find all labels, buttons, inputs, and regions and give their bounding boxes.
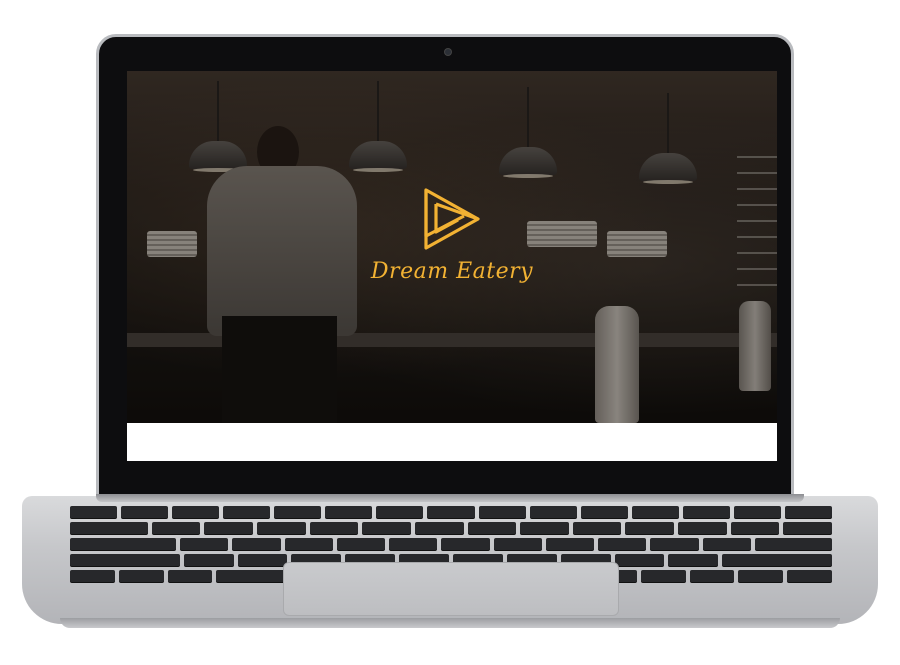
page-white-bar (127, 423, 777, 461)
laptop-hinge (96, 494, 804, 502)
pendant-lamp (499, 87, 557, 178)
plate-stack (147, 231, 197, 257)
pendant-lamp (189, 81, 247, 172)
trackpad (283, 562, 619, 616)
laptop-screen: Dream Eatery (127, 71, 777, 461)
laptop-lid: Dream Eatery (96, 34, 794, 502)
kitchen-rack (737, 156, 777, 296)
triangle-play-logo-icon[interactable] (412, 186, 492, 252)
pendant-lamp (349, 81, 407, 172)
squeeze-bottle (595, 306, 639, 423)
brand-name[interactable]: Dream Eatery (352, 259, 552, 284)
plate-stack (527, 221, 597, 247)
squeeze-bottle (739, 301, 771, 391)
laptop-mockup: Dream Eatery (0, 0, 900, 665)
pendant-lamp (639, 93, 697, 184)
kitchen-counter (127, 333, 777, 347)
laptop-front-edge (60, 618, 840, 628)
camera-icon (445, 49, 451, 55)
plate-stack (607, 231, 667, 257)
chef-figure (197, 126, 357, 423)
